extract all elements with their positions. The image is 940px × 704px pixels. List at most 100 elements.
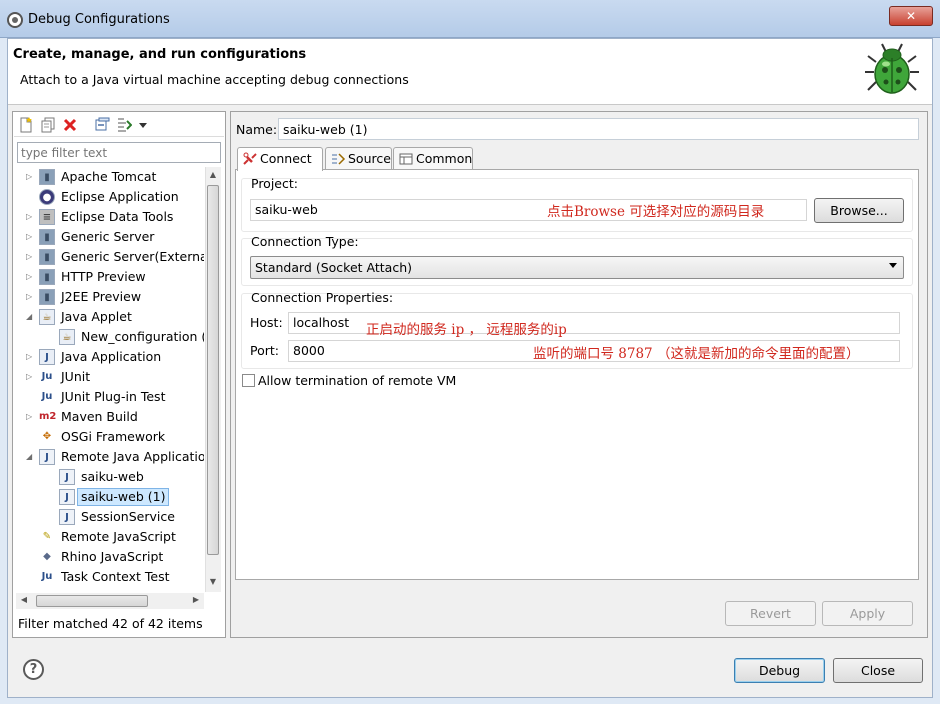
tree-item-label: Task Context Test — [61, 569, 170, 584]
common-icon — [399, 153, 413, 165]
duplicate-icon[interactable] — [40, 117, 56, 133]
browse-button[interactable]: Browse... — [814, 198, 904, 223]
tab-connect[interactable]: Connect — [237, 147, 323, 171]
tree-item[interactable]: ▷ ▮ Generic Server — [14, 227, 204, 247]
tree-item[interactable]: ✥ OSGi Framework — [14, 427, 204, 447]
tree-item[interactable]: ▷ Ju JUnit — [14, 367, 204, 387]
expand-icon[interactable]: ▷ — [26, 207, 36, 227]
tree-item-label: Apache Tomcat — [61, 169, 157, 184]
revert-button[interactable]: Revert — [725, 601, 816, 626]
tree-horizontal-thumb[interactable] — [36, 595, 148, 607]
tab-label: Source — [348, 151, 391, 166]
tree-item-label: SessionService — [81, 509, 175, 524]
delete-icon[interactable] — [62, 117, 78, 133]
host-annotation: 正启动的服务 ip ， 远程服务的ip — [366, 322, 567, 338]
tree-item[interactable]: ▷ ▮ Apache Tomcat — [14, 167, 204, 187]
osgi-icon: ✥ — [42, 431, 52, 442]
tree-vertical-thumb[interactable] — [207, 185, 219, 555]
junit-icon: Ju — [41, 371, 53, 382]
tree-item[interactable]: ☕ New_configuration (2 — [14, 327, 204, 347]
tab-label: Common — [416, 151, 473, 166]
scroll-left-icon[interactable]: ◀ — [18, 595, 30, 604]
collapse-all-icon[interactable] — [94, 117, 110, 133]
remote-java-icon: J — [39, 449, 55, 465]
tree-item[interactable]: J SessionService — [14, 507, 204, 527]
expand-icon[interactable]: ▷ — [26, 267, 36, 287]
apply-button[interactable]: Apply — [822, 601, 913, 626]
connection-properties-label: Connection Properties: — [251, 290, 394, 305]
expand-icon[interactable]: ▷ — [26, 367, 36, 387]
tree-item-label: J2EE Preview — [61, 289, 142, 304]
tree-item-label: Remote Java Application — [61, 449, 204, 464]
tree-item[interactable]: ▷ ≡ Eclipse Data Tools — [14, 207, 204, 227]
tab-source[interactable]: Source — [325, 147, 392, 170]
tree-item-label: Maven Build — [61, 409, 138, 424]
remote-java-icon: J — [59, 509, 75, 525]
collapse-icon[interactable]: ◢ — [26, 447, 36, 467]
expand-icon[interactable]: ▷ — [26, 167, 36, 187]
tree-item[interactable]: Jsaiku-web — [14, 467, 204, 487]
source-icon — [332, 153, 346, 165]
expand-icon[interactable]: ▷ — [26, 287, 36, 307]
tree-item[interactable]: Ju Task Context Test — [14, 567, 204, 587]
scroll-up-icon[interactable]: ▲ — [207, 170, 219, 179]
allow-termination-checkbox[interactable] — [242, 374, 255, 387]
tree-item-label: OSGi Framework — [61, 429, 166, 444]
window-title: Debug Configurations — [28, 12, 170, 27]
close-button[interactable]: Close — [833, 658, 923, 683]
server-icon: ▮ — [39, 249, 55, 265]
new-config-icon[interactable] — [18, 117, 34, 133]
project-label: Project: — [251, 176, 298, 191]
tree-item[interactable]: ◢ J Remote Java Application — [14, 447, 204, 467]
chevron-down-icon[interactable] — [889, 263, 897, 268]
tree-item[interactable]: ● Eclipse Application — [14, 187, 204, 207]
expand-icon[interactable]: ▷ — [26, 227, 36, 247]
collapse-icon[interactable]: ◢ — [26, 307, 36, 327]
filter-icon[interactable] — [116, 117, 132, 133]
port-annotation: 监听的端口号 8787 （这就是新加的命令里面的配置） — [533, 346, 860, 362]
applet-icon: ☕ — [59, 329, 75, 345]
configuration-tree: ▷ ▮ Apache Tomcat ● Eclipse Application ▷ ≡ Ecl… — [14, 167, 204, 592]
tree-item[interactable]: ▷ J Java Application — [14, 347, 204, 367]
debug-button[interactable]: Debug — [734, 658, 825, 683]
tree-item-label: saiku-web — [81, 469, 144, 484]
name-field[interactable] — [278, 118, 919, 140]
expand-icon[interactable]: ▷ — [26, 407, 36, 427]
banner-description: Attach to a Java virtual machine accepti… — [20, 72, 409, 87]
tree-item-label: JUnit — [61, 369, 91, 384]
tree-item-label: JUnit Plug-in Test — [61, 389, 166, 404]
tree-item-label: Rhino JavaScript — [61, 549, 164, 564]
tree-item[interactable]: ▷ m2 Maven Build — [14, 407, 204, 427]
scroll-down-icon[interactable]: ▼ — [207, 577, 219, 586]
tree-item-label: Remote JavaScript — [61, 529, 176, 544]
tab-common[interactable]: Common — [393, 147, 473, 170]
name-label: Name: — [236, 122, 278, 137]
expand-icon[interactable]: ▷ — [26, 347, 36, 367]
connection-type-select[interactable]: Standard (Socket Attach) — [250, 256, 904, 279]
expand-icon[interactable]: ▷ — [26, 247, 36, 267]
tree-item[interactable]: ◆ Rhino JavaScript — [14, 547, 204, 567]
help-icon[interactable]: ? — [23, 659, 44, 680]
filter-input[interactable] — [17, 142, 221, 163]
tree-item[interactable]: ▷▮ Generic Server(External L — [14, 247, 204, 267]
tree-item[interactable]: ▷ ▮ HTTP Preview — [14, 267, 204, 287]
eclipse-icon: ● — [39, 189, 55, 205]
scroll-right-icon[interactable]: ▶ — [190, 595, 202, 604]
tree-item[interactable]: ✎ Remote JavaScript — [14, 527, 204, 547]
tree-item[interactable]: Jsaiku-web (1) — [14, 487, 204, 507]
tree-item[interactable]: Ju JUnit Plug-in Test — [14, 387, 204, 407]
window-close-button[interactable]: ✕ — [889, 6, 933, 26]
view-menu-icon[interactable] — [138, 117, 148, 133]
tree-item[interactable]: ◢ ☕ Java Applet — [14, 307, 204, 327]
server-icon: ▮ — [39, 289, 55, 305]
tree-item-label: Eclipse Data Tools — [61, 209, 174, 224]
tree-item[interactable]: ▷ ▮ J2EE Preview — [14, 287, 204, 307]
tree-item-label: Eclipse Application — [61, 189, 179, 204]
